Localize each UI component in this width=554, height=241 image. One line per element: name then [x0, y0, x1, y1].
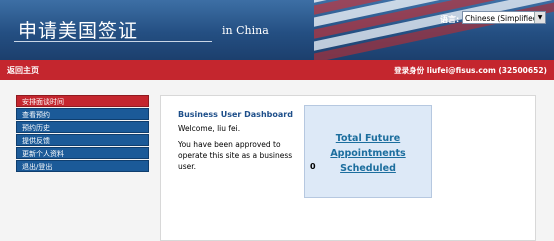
- approval-message: You have been approved to operate this s…: [178, 140, 293, 171]
- sidebar-item-schedule[interactable]: 安排面谈时间: [16, 95, 149, 107]
- sidebar-item-logout[interactable]: 退出/登出: [16, 160, 149, 172]
- site-title: 申请美国签证: [18, 20, 139, 42]
- welcome-message: Welcome, liu fei.: [178, 124, 241, 133]
- sidebar-item-view-appointments[interactable]: 查看预约: [16, 108, 149, 120]
- total-appointments-link[interactable]: Total Future Appointments Scheduled: [306, 131, 430, 176]
- sidebar-menu: 安排面谈时间 查看预约 预约历史 提供反馈 更新个人资料 退出/登出: [16, 95, 149, 173]
- login-info: 登录身份 liufei@fisus.com (32500652): [394, 66, 547, 75]
- sidebar-item-update-profile[interactable]: 更新个人资料: [16, 147, 149, 159]
- chevron-down-icon[interactable]: ▼: [534, 12, 545, 23]
- sidebar-item-feedback[interactable]: 提供反馈: [16, 134, 149, 146]
- site-header: 申请美国签证 in China 语言: Chinese (Simplified)…: [0, 0, 554, 60]
- home-link[interactable]: 返回主页: [7, 65, 39, 76]
- title-divider: [14, 41, 212, 42]
- language-label: 语言:: [440, 15, 460, 24]
- appointments-count: 0: [310, 162, 316, 171]
- language-select-value: Chinese (Simplified): [465, 14, 541, 23]
- us-flag-graphic: [314, 0, 554, 60]
- sidebar-item-history[interactable]: 预约历史: [16, 121, 149, 133]
- site-subtitle: in China: [222, 24, 269, 37]
- language-select[interactable]: Chinese (Simplified) ▼: [462, 11, 546, 24]
- dashboard-title: Business User Dashboard: [178, 110, 293, 119]
